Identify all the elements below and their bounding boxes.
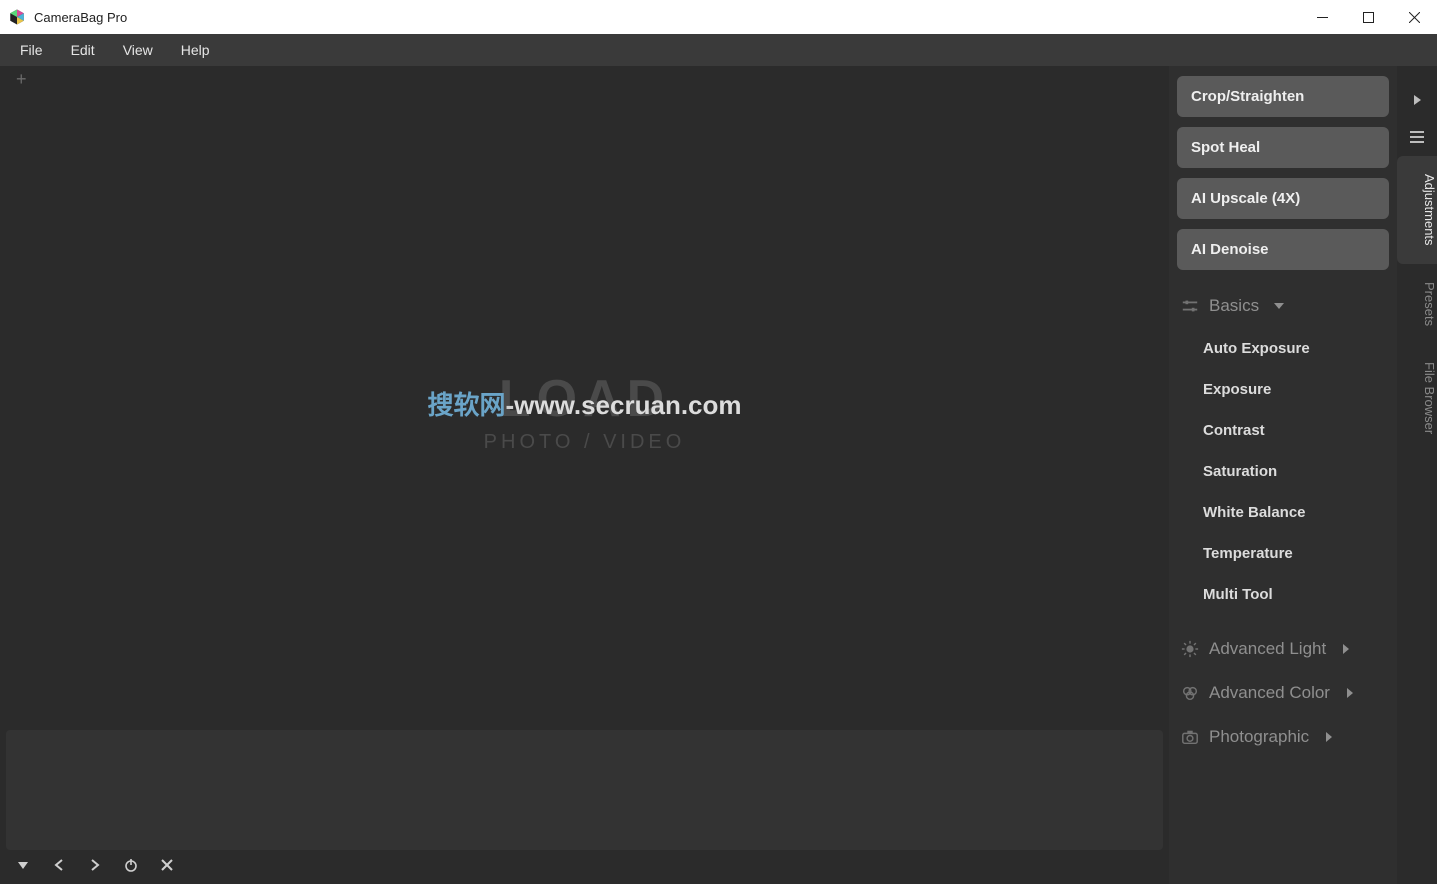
load-title: LOAD: [484, 369, 686, 429]
film-strip[interactable]: [6, 730, 1163, 850]
bottom-toolbar: [0, 850, 1169, 884]
section-photographic-header[interactable]: Photographic: [1177, 711, 1389, 755]
section-adv-light-header[interactable]: Advanced Light: [1177, 623, 1389, 667]
menubar: File Edit View Help: [0, 34, 1437, 66]
hamburger-icon: [1409, 130, 1425, 144]
basics-auto-exposure[interactable]: Auto Exposure: [1177, 328, 1389, 369]
canvas-column: + LOAD PHOTO / VIDEO 搜软网-www.secruan.com: [0, 66, 1169, 884]
menu-file[interactable]: File: [6, 36, 57, 64]
section-adv-color-header[interactable]: Advanced Color: [1177, 667, 1389, 711]
adj-crop-straighten[interactable]: Crop/Straighten: [1177, 76, 1389, 117]
adj-ai-upscale[interactable]: AI Upscale (4X): [1177, 178, 1389, 219]
window-close-button[interactable]: [1391, 0, 1437, 34]
sun-icon: [1181, 640, 1199, 658]
load-placeholder: LOAD PHOTO / VIDEO: [484, 369, 686, 454]
rail-tab-adjustments[interactable]: Adjustments: [1397, 156, 1437, 264]
section-basics-header[interactable]: Basics: [1177, 280, 1389, 324]
load-subtitle: PHOTO / VIDEO: [484, 431, 686, 454]
chevron-right-icon: [1323, 731, 1335, 743]
clear-button[interactable]: [158, 856, 176, 874]
main-area: + LOAD PHOTO / VIDEO 搜软网-www.secruan.com: [0, 66, 1437, 884]
sliders-icon: [1181, 297, 1199, 315]
panel-scrollbar[interactable]: [1391, 66, 1397, 884]
menu-help[interactable]: Help: [167, 36, 224, 64]
basics-contrast[interactable]: Contrast: [1177, 410, 1389, 451]
chevron-down-icon: [1273, 300, 1285, 312]
titlebar: CameraBag Pro: [0, 0, 1437, 34]
canvas-area[interactable]: LOAD PHOTO / VIDEO 搜软网-www.secruan.com: [0, 92, 1169, 730]
basics-multi-tool[interactable]: Multi Tool: [1177, 574, 1389, 615]
side-rail: Adjustments Presets File Browser: [1397, 66, 1437, 884]
menu-edit[interactable]: Edit: [57, 36, 109, 64]
adj-ai-denoise[interactable]: AI Denoise: [1177, 229, 1389, 270]
section-adv-light-label: Advanced Light: [1209, 639, 1326, 659]
window-minimize-button[interactable]: [1299, 0, 1345, 34]
window-maximize-button[interactable]: [1345, 0, 1391, 34]
section-basics-label: Basics: [1209, 296, 1259, 316]
camera-icon: [1181, 728, 1199, 746]
chevron-right-icon: [1344, 687, 1356, 699]
power-button[interactable]: [122, 856, 140, 874]
adjustments-panel: Crop/Straighten Spot Heal AI Upscale (4X…: [1169, 66, 1397, 884]
window-title: CameraBag Pro: [34, 10, 127, 25]
section-basics-items: Auto Exposure Exposure Contrast Saturati…: [1177, 324, 1389, 623]
rail-menu-button[interactable]: [1397, 118, 1437, 156]
basics-exposure[interactable]: Exposure: [1177, 369, 1389, 410]
menu-view[interactable]: View: [109, 36, 167, 64]
rail-collapse-button[interactable]: [1397, 82, 1437, 118]
rail-tab-file-browser[interactable]: File Browser: [1397, 344, 1437, 452]
section-photographic-label: Photographic: [1209, 727, 1309, 747]
basics-saturation[interactable]: Saturation: [1177, 451, 1389, 492]
tab-strip: +: [0, 66, 1169, 92]
collapse-strip-button[interactable]: [14, 856, 32, 874]
prev-button[interactable]: [50, 856, 68, 874]
next-button[interactable]: [86, 856, 104, 874]
app-logo-icon: [8, 8, 26, 26]
section-adv-color-label: Advanced Color: [1209, 683, 1330, 703]
chevron-right-icon: [1340, 643, 1352, 655]
rail-tab-presets[interactable]: Presets: [1397, 264, 1437, 344]
basics-temperature[interactable]: Temperature: [1177, 533, 1389, 574]
adj-spot-heal[interactable]: Spot Heal: [1177, 127, 1389, 168]
palette-icon: [1181, 684, 1199, 702]
basics-white-balance[interactable]: White Balance: [1177, 492, 1389, 533]
new-tab-button[interactable]: +: [10, 68, 33, 90]
